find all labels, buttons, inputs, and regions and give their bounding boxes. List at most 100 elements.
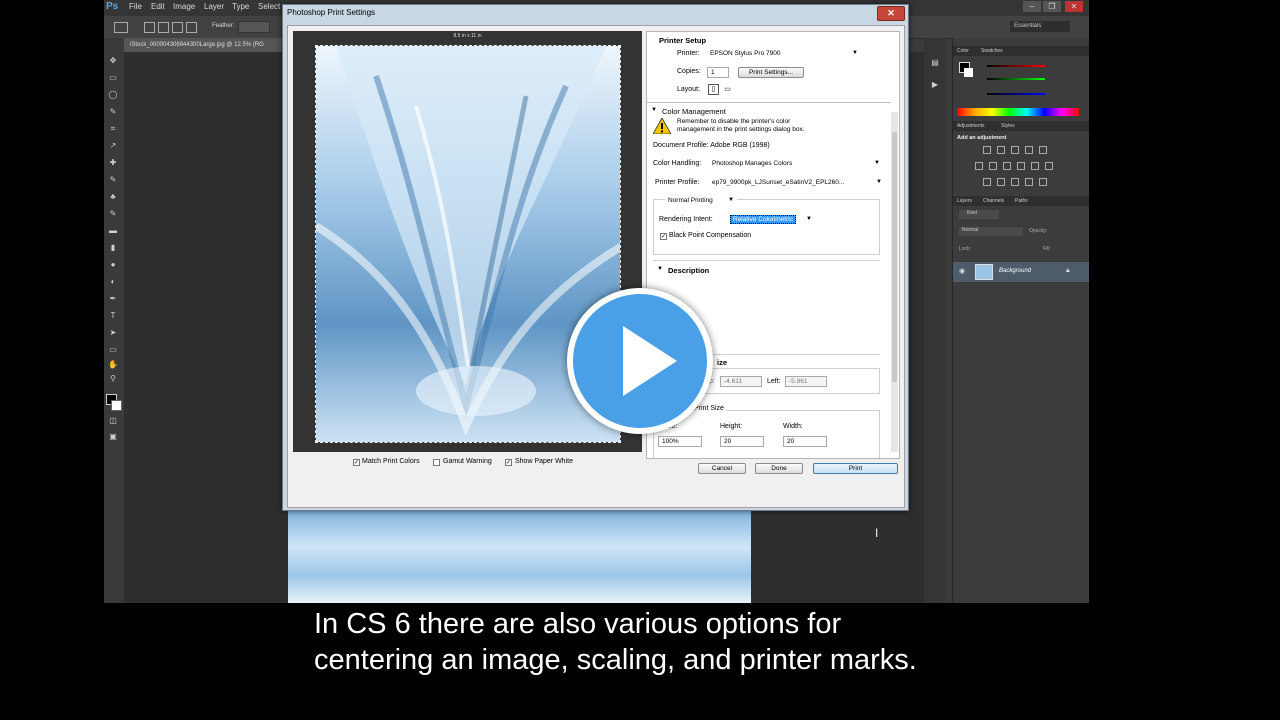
workspace-switcher[interactable]: Essentials: [1010, 21, 1070, 32]
history-brush-tool-icon[interactable]: ✎: [108, 209, 118, 218]
tab-channels[interactable]: Channels: [983, 198, 1004, 204]
marquee-tool-icon[interactable]: ▭: [108, 73, 118, 82]
actions-panel-icon[interactable]: ▶: [930, 80, 940, 89]
tab-color[interactable]: Color: [957, 48, 969, 54]
red-slider[interactable]: [987, 65, 1045, 67]
bw-adjust-icon[interactable]: [1003, 162, 1011, 170]
menu-file[interactable]: File: [129, 2, 142, 11]
dialog-close-button[interactable]: ✕: [877, 6, 905, 21]
zoom-tool-icon[interactable]: ⚲: [108, 374, 118, 383]
eye-icon[interactable]: ◉: [959, 267, 965, 275]
bpc-checkbox[interactable]: ✓: [660, 233, 667, 240]
top-input[interactable]: -4.611: [720, 376, 762, 387]
hue-adjust-icon[interactable]: [975, 162, 983, 170]
type-tool-icon[interactable]: T: [108, 311, 118, 320]
green-slider[interactable]: [987, 78, 1045, 80]
color-lookup-adjust-icon[interactable]: [1045, 162, 1053, 170]
menu-select[interactable]: Select: [258, 2, 280, 11]
close-icon[interactable]: ✕: [1065, 1, 1083, 12]
color-handling-select[interactable]: Photoshop Manages Colors ▼: [709, 159, 883, 170]
layer-row-background[interactable]: ◉ Background 🔒︎: [953, 262, 1089, 282]
minimize-icon[interactable]: –: [1023, 1, 1041, 12]
tab-styles[interactable]: Styles: [1001, 123, 1015, 129]
channel-mixer-adjust-icon[interactable]: [1031, 162, 1039, 170]
quick-mask-icon[interactable]: ◫: [108, 416, 118, 425]
history-panel-icon[interactable]: ▤: [930, 58, 940, 67]
scale-input[interactable]: 100%: [658, 436, 702, 447]
show-paper-white-checkbox[interactable]: ✓: [505, 459, 512, 466]
curves-adjust-icon[interactable]: [1011, 146, 1019, 154]
selective-color-adjust-icon[interactable]: [1039, 178, 1047, 186]
restore-icon[interactable]: ❐: [1043, 1, 1061, 12]
hand-tool-icon[interactable]: ✋: [108, 360, 118, 369]
brightness-adjust-icon[interactable]: [983, 146, 991, 154]
photo-filter-adjust-icon[interactable]: [1017, 162, 1025, 170]
pen-tool-icon[interactable]: ✒: [108, 294, 118, 303]
dodge-tool-icon[interactable]: ◐: [108, 277, 118, 286]
eyedropper-tool-icon[interactable]: ↗: [108, 141, 118, 150]
menu-edit[interactable]: Edit: [151, 2, 165, 11]
gradient-map-adjust-icon[interactable]: [1025, 178, 1033, 186]
done-button[interactable]: Done: [755, 463, 803, 474]
portrait-layout-icon[interactable]: ▯: [708, 84, 719, 95]
printer-profile-select[interactable]: ep79_9900pk_LJSunset_eSatinV2_EPL260... ▼: [709, 178, 885, 189]
collapse-color-icon[interactable]: ▼: [651, 107, 657, 113]
gamut-warning-checkbox[interactable]: [433, 459, 440, 466]
left-input[interactable]: -5.861: [785, 376, 827, 387]
color-spectrum[interactable]: [957, 108, 1079, 116]
cancel-button[interactable]: Cancel: [698, 463, 746, 474]
move-tool-icon[interactable]: ✥: [108, 56, 118, 65]
brush-tool-icon[interactable]: ✎: [108, 175, 118, 184]
document-tab[interactable]: iStock_000004306944300Large.jpg @ 12.5% …: [124, 38, 304, 52]
video-play-button[interactable]: [567, 288, 713, 434]
screen-mode-icon[interactable]: ▣: [108, 432, 118, 441]
shape-tool-icon[interactable]: ▭: [108, 345, 118, 354]
menu-type[interactable]: Type: [232, 2, 249, 11]
blend-mode-select[interactable]: Normal: [959, 227, 1023, 236]
blue-slider[interactable]: [987, 93, 1045, 95]
background-color-swatch[interactable]: [111, 400, 122, 411]
menu-image[interactable]: Image: [173, 2, 195, 11]
blur-tool-icon[interactable]: ●: [108, 260, 118, 269]
color-bg-swatch[interactable]: [964, 68, 973, 77]
path-select-tool-icon[interactable]: ➤: [108, 328, 118, 337]
stamp-tool-icon[interactable]: ♣: [108, 192, 118, 201]
vibrance-adjust-icon[interactable]: [1039, 146, 1047, 154]
match-print-colors-checkbox[interactable]: ✓: [353, 459, 360, 466]
menu-layer[interactable]: Layer: [204, 2, 224, 11]
tab-paths[interactable]: Paths: [1015, 198, 1028, 204]
landscape-layout-icon[interactable]: ▭: [722, 84, 733, 95]
threshold-adjust-icon[interactable]: [1011, 178, 1019, 186]
settings-scrollbar[interactable]: [891, 112, 898, 452]
posterize-adjust-icon[interactable]: [997, 178, 1005, 186]
rendering-intent-select[interactable]: Relative Colorimetric ▼: [727, 215, 815, 226]
feather-input[interactable]: [238, 21, 270, 33]
quick-select-tool-icon[interactable]: ✎: [108, 107, 118, 116]
print-settings-button[interactable]: Print Settings...: [738, 67, 804, 78]
normal-printing-select[interactable]: Normal Printing ▼: [665, 196, 737, 207]
marquee-preset-icon[interactable]: [114, 22, 128, 33]
width-input[interactable]: 20: [783, 436, 827, 447]
gradient-tool-icon[interactable]: ▮: [108, 243, 118, 252]
print-button[interactable]: Print: [813, 463, 898, 474]
copies-input[interactable]: 1: [707, 67, 729, 78]
exposure-adjust-icon[interactable]: [1025, 146, 1033, 154]
tab-adjustments[interactable]: Adjustments: [957, 123, 985, 129]
healing-tool-icon[interactable]: ✚: [108, 158, 118, 167]
scrollbar-thumb[interactable]: [892, 132, 897, 382]
tab-swatches[interactable]: Swatches: [981, 48, 1003, 54]
levels-adjust-icon[interactable]: [997, 146, 1005, 154]
add-selection-icon[interactable]: [158, 22, 169, 33]
crop-tool-icon[interactable]: ⌗: [108, 124, 118, 133]
lasso-tool-icon[interactable]: ◯: [108, 90, 118, 99]
height-input[interactable]: 20: [720, 436, 764, 447]
printer-select[interactable]: EPSON Stylus Pro 7900 ▼: [707, 49, 861, 60]
new-selection-icon[interactable]: [144, 22, 155, 33]
intersect-selection-icon[interactable]: [186, 22, 197, 33]
layer-filter-kind[interactable]: Kind: [959, 210, 999, 219]
color-balance-adjust-icon[interactable]: [989, 162, 997, 170]
collapse-description-icon[interactable]: ▼: [657, 266, 663, 272]
tab-layers[interactable]: Layers: [957, 198, 972, 204]
invert-adjust-icon[interactable]: [983, 178, 991, 186]
subtract-selection-icon[interactable]: [172, 22, 183, 33]
